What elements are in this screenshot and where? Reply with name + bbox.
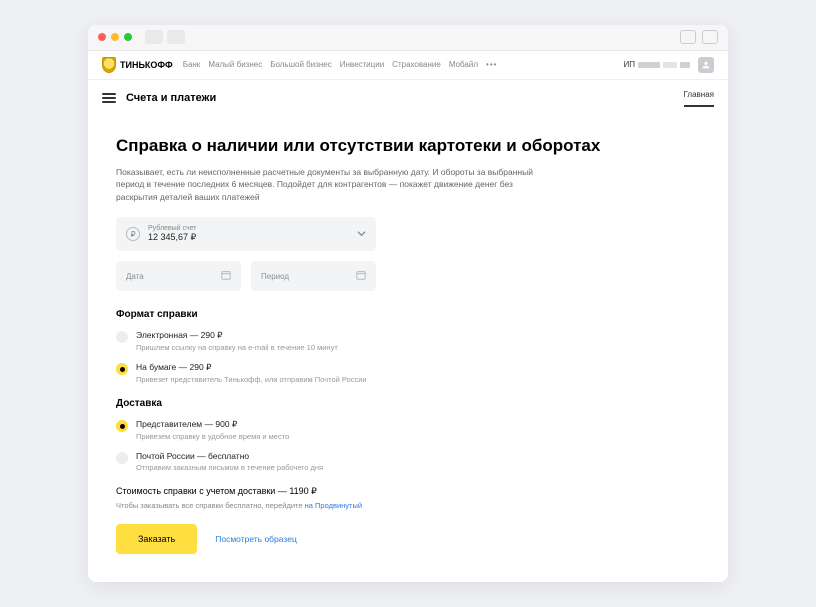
order-button[interactable]: Заказать xyxy=(116,524,197,554)
window-max-dot[interactable] xyxy=(124,33,132,41)
browser-forward-button[interactable] xyxy=(167,30,185,44)
delivery-group: Доставка Представителем — 900 ₽ Привезем… xyxy=(116,398,700,472)
brand-logo[interactable]: ТИНЬКОФФ xyxy=(102,57,173,73)
account-switcher[interactable]: ИП xyxy=(624,60,691,69)
masked-text xyxy=(638,62,660,68)
radio-subtitle: Пришлем ссылку на справку на e-mail в те… xyxy=(136,343,338,352)
period-input[interactable]: Период xyxy=(251,261,376,291)
nav-more-icon[interactable]: ••• xyxy=(486,60,497,69)
tab-main[interactable]: Главная xyxy=(684,90,714,107)
radio-title: Электронная — 290 ₽ xyxy=(136,330,338,341)
masked-text xyxy=(680,62,690,68)
ip-prefix: ИП xyxy=(624,60,636,69)
radio-icon xyxy=(116,331,128,343)
nav-link[interactable]: Инвестиции xyxy=(340,60,384,69)
nav-link[interactable]: Мобайл xyxy=(449,60,478,69)
section-title: Счета и платежи xyxy=(126,92,216,104)
upsell-text: Чтобы заказывать все справки бесплатно, … xyxy=(116,501,700,510)
window-close-dot[interactable] xyxy=(98,33,106,41)
format-label: Формат справки xyxy=(116,309,700,320)
nav-link[interactable]: Страхование xyxy=(392,60,441,69)
content-area: Справка о наличии или отсутствии картоте… xyxy=(88,117,728,582)
account-select[interactable]: ₽ Рублевый счет 12 345,67 ₽ xyxy=(116,217,376,251)
radio-subtitle: Привезет представитель Тинькофф, или отп… xyxy=(136,375,367,384)
ruble-icon: ₽ xyxy=(126,227,140,241)
action-row: Заказать Посмотреть образец xyxy=(116,524,700,554)
calendar-icon xyxy=(221,270,231,282)
date-placeholder: Дата xyxy=(126,272,144,281)
nav-link[interactable]: Большой бизнес xyxy=(270,60,332,69)
view-sample-link[interactable]: Посмотреть образец xyxy=(215,534,297,544)
browser-tabs-button[interactable] xyxy=(702,30,718,44)
browser-chrome-bar xyxy=(88,25,728,51)
upsell-link[interactable]: на Продвинутый xyxy=(305,501,362,510)
date-input[interactable]: Дата xyxy=(116,261,241,291)
user-icon xyxy=(701,60,711,70)
delivery-label: Доставка xyxy=(116,398,700,409)
radio-format-paper[interactable]: На бумаге — 290 ₽ Привезет представитель… xyxy=(116,362,700,384)
radio-icon xyxy=(116,420,128,432)
avatar[interactable] xyxy=(698,57,714,73)
radio-subtitle: Привезем справку в удобное время и место xyxy=(136,432,289,441)
browser-share-button[interactable] xyxy=(680,30,696,44)
total-cost: Стоимость справки с учетом доставки — 11… xyxy=(116,486,700,497)
radio-delivery-post[interactable]: Почтой России — бесплатно Отправим заказ… xyxy=(116,451,700,472)
page-description: Показывает, есть ли неисполненные расчет… xyxy=(116,166,546,203)
radio-icon xyxy=(116,363,128,375)
nav-links: Банк Малый бизнес Большой бизнес Инвести… xyxy=(183,60,498,69)
shield-icon xyxy=(102,57,116,73)
masked-text xyxy=(663,62,677,68)
nav-link[interactable]: Банк xyxy=(183,60,201,69)
radio-icon xyxy=(116,452,128,464)
chevron-down-icon xyxy=(357,229,366,240)
page-title: Справка о наличии или отсутствии картоте… xyxy=(116,135,700,156)
calendar-icon xyxy=(356,270,366,282)
browser-window: ТИНЬКОФФ Банк Малый бизнес Большой бизне… xyxy=(88,25,728,582)
account-value: 12 345,67 ₽ xyxy=(148,232,196,243)
browser-back-button[interactable] xyxy=(145,30,163,44)
radio-title: Почтой России — бесплатно xyxy=(136,451,323,461)
radio-delivery-courier[interactable]: Представителем — 900 ₽ Привезем справку … xyxy=(116,419,700,441)
radio-subtitle: Отправим заказным письмом в течение рабо… xyxy=(136,463,323,472)
radio-title: На бумаге — 290 ₽ xyxy=(136,362,367,373)
format-group: Формат справки Электронная — 290 ₽ Пришл… xyxy=(116,309,700,384)
account-label: Рублевый счет xyxy=(148,225,196,232)
radio-title: Представителем — 900 ₽ xyxy=(136,419,289,430)
sub-header: Счета и платежи Главная xyxy=(88,80,728,117)
period-placeholder: Период xyxy=(261,272,289,281)
brand-name: ТИНЬКОФФ xyxy=(120,60,173,70)
top-nav: ТИНЬКОФФ Банк Малый бизнес Большой бизне… xyxy=(88,51,728,80)
window-min-dot[interactable] xyxy=(111,33,119,41)
nav-link[interactable]: Малый бизнес xyxy=(208,60,262,69)
radio-format-electronic[interactable]: Электронная — 290 ₽ Пришлем ссылку на сп… xyxy=(116,330,700,352)
menu-icon[interactable] xyxy=(102,93,116,103)
